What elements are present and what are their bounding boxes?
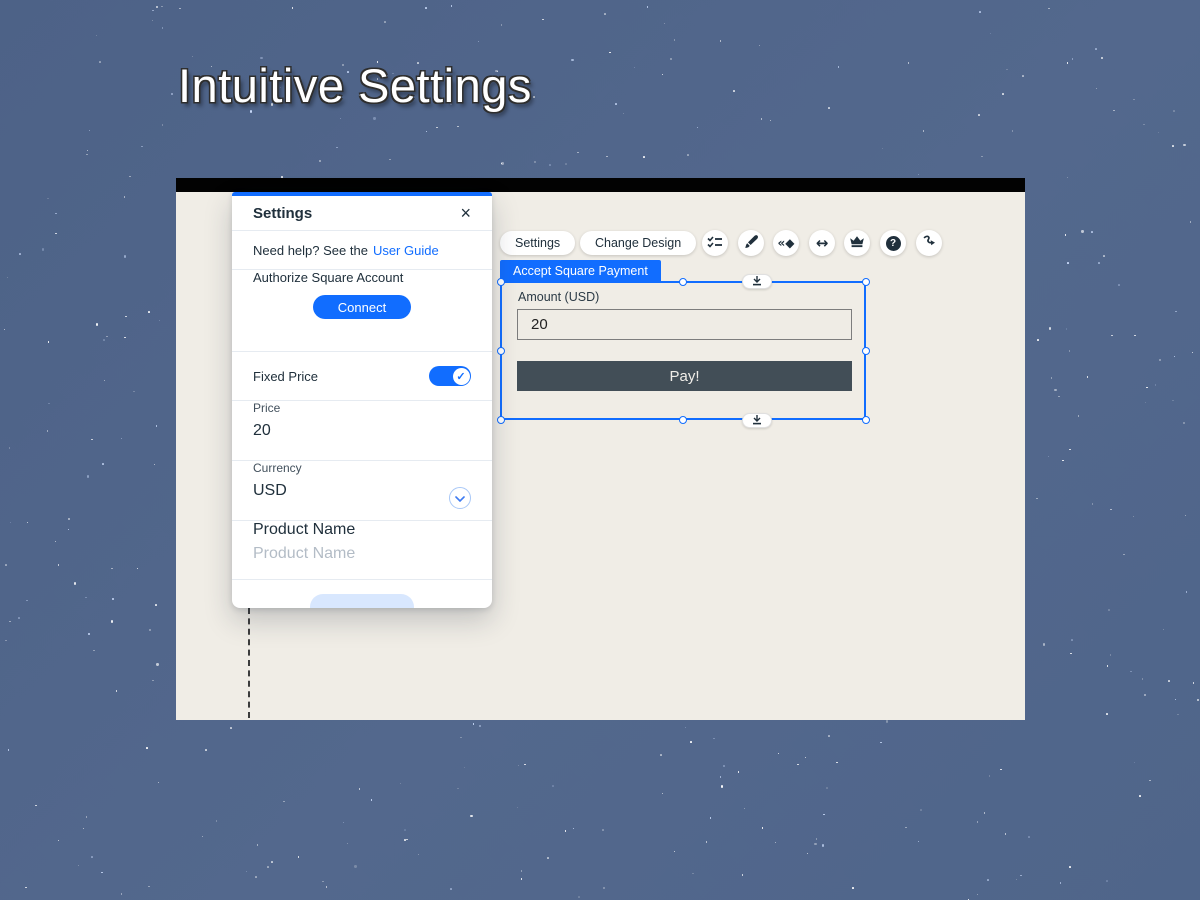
product-name-input[interactable] [253,545,471,563]
resize-handle-bottom-right[interactable] [862,416,870,424]
help-icon: ? [885,235,901,251]
slide-title: Intuitive Settings [178,59,532,112]
help-text: Need help? See the [253,242,368,258]
price-label: Price [253,401,281,415]
panel-footer [232,580,492,608]
resize-handle-top-left[interactable] [497,278,505,286]
panel-title: Settings [253,204,313,222]
settings-panel-header: Settings × [232,196,492,231]
price-field[interactable]: 20 [253,422,471,440]
close-icon[interactable]: × [460,204,471,222]
amount-input[interactable]: 20 [517,309,852,340]
stretch-to-top-handle[interactable] [742,274,772,289]
animation-icon-button[interactable]: «◆ [773,230,799,256]
price-row: Price 20 [232,401,492,461]
change-design-button[interactable]: Change Design [580,231,697,255]
help-row: Need help? See the User Guide [232,231,492,270]
resize-handle-top-center[interactable] [679,278,687,286]
fixed-price-label: Fixed Price [253,368,319,384]
connector-icon [922,234,937,252]
stretch-to-bottom-handle[interactable] [742,413,772,428]
checklist-icon-button[interactable] [702,230,728,256]
resize-handle-bottom-left[interactable] [497,416,505,424]
currency-row: Currency USD [232,461,492,521]
pay-button[interactable]: Pay! [517,361,852,391]
browser-top-bar [176,178,1025,192]
product-name-label: Product Name [253,521,356,538]
settings-panel: Settings × Need help? See the User Guide… [232,192,492,608]
resize-handle-middle-right[interactable] [862,347,870,355]
connector-icon-button[interactable] [916,230,942,256]
user-guide-link[interactable]: User Guide [373,243,439,258]
currency-dropdown-button[interactable] [449,487,471,509]
widget-tab-label[interactable]: Accept Square Payment [500,260,661,282]
paintbrush-icon-button[interactable] [738,230,764,256]
resize-handle-top-right[interactable] [862,278,870,286]
currency-field[interactable]: USD [253,482,471,500]
connect-button[interactable]: Connect [313,295,411,319]
resize-handle-middle-left[interactable] [497,347,505,355]
authorize-label: Authorize Square Account [253,270,404,285]
page-boundary-dashed-line [248,608,250,718]
authorize-row: Authorize Square Account Connect [232,270,492,352]
clipped-footer-button[interactable] [310,594,414,608]
editor-screenshot: Settings Change Design «◆ ↔ ? Accept Squ… [176,178,1025,720]
upgrade-crown-icon [849,235,865,251]
fixed-price-row: Fixed Price ✓ [232,352,492,401]
resize-handle-bottom-center[interactable] [679,416,687,424]
stretch-icon-button[interactable]: ↔ [809,230,835,256]
product-name-row: Product Name [232,521,492,580]
fixed-price-toggle[interactable]: ✓ [429,366,471,386]
upgrade-crown-icon-button[interactable] [844,230,870,256]
currency-label: Currency [253,461,302,475]
checklist-icon [707,235,723,252]
arrow-down-to-bar-icon [751,273,763,291]
toggle-check-icon: ✓ [452,367,470,385]
stretch-icon: ↔ [815,233,829,252]
settings-button[interactable]: Settings [500,231,576,255]
animation-icon: «◆ [777,236,795,250]
amount-label: Amount (USD) [518,290,600,304]
chevron-down-icon [455,489,465,507]
arrow-down-to-bar-icon [751,412,763,430]
help-icon-button[interactable]: ? [880,230,906,256]
paintbrush-icon [744,234,759,252]
